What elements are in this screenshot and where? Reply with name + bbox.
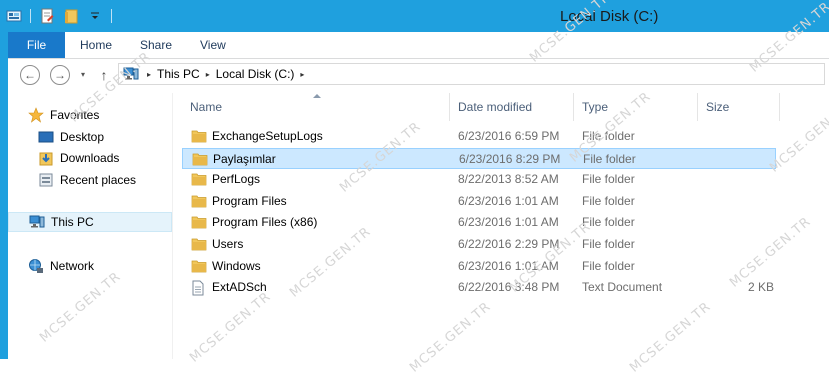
folder-icon <box>192 152 208 166</box>
file-row[interactable]: Users 6/22/2016 2:29 PM File folder <box>182 234 776 255</box>
nav-downloads[interactable]: Downloads <box>38 148 119 168</box>
file-date-modified: 6/22/2016 2:29 PM <box>458 237 560 251</box>
folder-icon <box>191 237 207 251</box>
customize-dropdown-icon[interactable] <box>85 6 105 26</box>
file-date-modified: 6/23/2016 1:01 AM <box>458 193 559 208</box>
folder-icon <box>191 194 207 208</box>
nav-this-pc-label: This PC <box>51 215 94 229</box>
file-type: File folder <box>582 237 635 251</box>
nav-desktop[interactable]: Desktop <box>38 127 104 147</box>
file-type: File folder <box>582 172 635 187</box>
column-header-name[interactable]: Name <box>182 93 450 121</box>
file-date-modified: 6/23/2016 1:01 AM <box>458 215 559 230</box>
file-name: Program Files <box>212 193 287 208</box>
file-type: File folder <box>582 193 635 208</box>
column-header-date-modified[interactable]: Date modified <box>450 93 574 121</box>
nav-this-pc[interactable]: This PC <box>8 212 172 232</box>
file-row[interactable]: Program Files 6/23/2016 1:01 AM File folde… <box>182 191 776 212</box>
tab-share[interactable]: Share <box>140 32 172 58</box>
toolbar-separator <box>111 9 112 23</box>
up-button[interactable]: ↑ <box>96 65 112 85</box>
nav-network[interactable]: Network <box>28 256 94 276</box>
chevron-down-icon: ▾ <box>80 69 85 79</box>
tab-view[interactable]: View <box>200 32 226 58</box>
file-row[interactable]: Program Files (x86) 6/23/2016 1:01 AM File… <box>182 212 776 233</box>
recent-locations-dropdown[interactable]: ▾ <box>78 68 88 80</box>
file-size: 2 KB <box>748 280 775 295</box>
file-date-modified: 8/22/2013 8:52 AM <box>458 172 559 187</box>
desktop-icon <box>38 129 54 145</box>
file-date-modified: 6/23/2016 6:59 PM <box>458 129 560 143</box>
this-pc-icon <box>123 66 141 82</box>
file-name: PerfLogs <box>212 172 261 187</box>
nav-favorites-label: Favorites <box>50 108 100 122</box>
file-row[interactable]: Windows 6/23/2016 1:01 AM File folder <box>182 256 776 277</box>
file-list: Name Date modified Type Size ExchangeSet… <box>173 93 829 359</box>
breadcrumb-separator-icon: ▸ <box>147 69 152 79</box>
nav-desktop-label: Desktop <box>60 130 105 144</box>
file-row[interactable]: Paylaşımlar 6/23/2016 8:29 PM File folder <box>182 147 776 169</box>
file-type: Text Document <box>582 280 663 295</box>
navigation-bar: ← → ▾ ↑ ▸ This PC ▸ Local Disk (C:) ▸ <box>8 59 829 93</box>
title-bar: Local Disk (C:) <box>0 0 829 32</box>
file-type: File folder <box>582 129 635 143</box>
downloads-icon <box>38 150 54 166</box>
file-name: Paylaşımlar <box>213 151 276 166</box>
tab-file[interactable]: File <box>8 32 65 58</box>
forward-button[interactable]: → <box>50 65 70 85</box>
file-date-modified: 6/22/2016 3:48 PM <box>458 280 560 295</box>
app-menu-icon[interactable] <box>4 6 24 26</box>
nav-downloads-label: Downloads <box>60 151 120 165</box>
file-name: Program Files (x86) <box>212 215 318 230</box>
file-row[interactable]: ExchangeSetupLogs 6/23/2016 6:59 PM File f… <box>182 126 776 147</box>
file-name: ExchangeSetupLogs <box>212 129 323 143</box>
column-header-size[interactable]: Size <box>698 93 780 121</box>
star-icon <box>28 107 44 123</box>
folder-icon <box>191 259 207 273</box>
ribbon-tabs: File Home Share View <box>8 32 829 59</box>
breadcrumb-separator-icon: ▸ <box>205 69 210 79</box>
file-name: Users <box>212 237 244 251</box>
up-arrow-icon: ↑ <box>100 67 108 83</box>
file-date-modified: 6/23/2016 8:29 PM <box>459 151 561 166</box>
file-type: File folder <box>582 258 635 273</box>
window-title: Local Disk (C:) <box>560 8 659 25</box>
file-row[interactable]: PerfLogs 8/22/2013 8:52 AM File folder <box>182 169 776 190</box>
file-type: File folder <box>583 151 636 166</box>
address-bar[interactable]: ▸ This PC ▸ Local Disk (C:) ▸ <box>118 63 825 85</box>
toolbar-separator <box>30 9 31 23</box>
network-icon <box>28 258 44 274</box>
file-name: Windows <box>212 258 261 273</box>
back-arrow-icon: ← <box>24 68 36 82</box>
quick-access-toolbar <box>4 6 114 26</box>
folder-icon <box>191 172 207 186</box>
column-header-type[interactable]: Type <box>574 93 698 121</box>
nav-favorites[interactable]: Favorites <box>28 105 99 125</box>
back-button[interactable]: ← <box>20 65 40 85</box>
properties-icon[interactable] <box>37 6 57 26</box>
nav-recent-places-label: Recent places <box>60 173 137 187</box>
tab-home[interactable]: Home <box>80 32 112 58</box>
forward-arrow-icon: → <box>54 68 66 82</box>
file-date-modified: 6/23/2016 1:01 AM <box>458 258 559 273</box>
text-document-icon <box>191 280 207 296</box>
navigation-pane: Favorites Desktop Downloads Recent place… <box>8 93 172 359</box>
breadcrumb-local-disk[interactable]: Local Disk (C:) <box>216 67 295 81</box>
file-type: File folder <box>582 215 635 230</box>
file-row[interactable]: ExtADSch 6/22/2016 3:48 PM Text Document 2 … <box>182 277 776 298</box>
breadcrumb-this-pc[interactable]: This PC <box>157 67 200 81</box>
nav-network-label: Network <box>50 259 95 273</box>
breadcrumb-separator-icon: ▸ <box>300 69 305 79</box>
nav-recent-places[interactable]: Recent places <box>38 170 136 190</box>
folder-icon <box>191 215 207 229</box>
new-folder-icon[interactable] <box>61 6 81 26</box>
file-name: ExtADSch <box>212 280 267 295</box>
this-pc-icon <box>29 214 45 230</box>
folder-icon <box>191 129 207 143</box>
recent-places-icon <box>38 172 54 188</box>
